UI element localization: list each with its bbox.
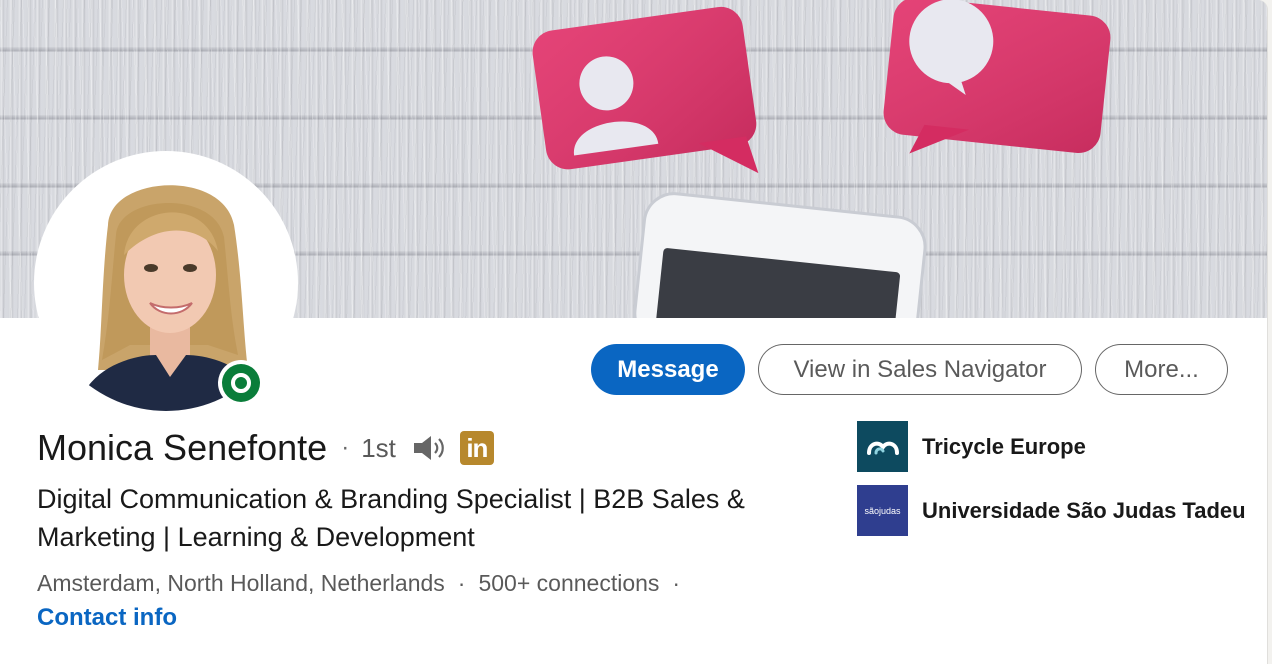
separator-dot: · <box>457 569 466 596</box>
org-name: Universidade São Judas Tadeu <box>922 497 1246 523</box>
profile-card: Message View in Sales Navigator More... … <box>0 0 1268 664</box>
usjt-logo-text: sãojudas <box>864 505 901 516</box>
connection-degree: 1st <box>361 432 396 463</box>
tricycle-europe-logo <box>857 421 908 472</box>
more-button[interactable]: More... <box>1095 344 1228 395</box>
view-in-sales-navigator-button[interactable]: View in Sales Navigator <box>758 344 1082 395</box>
smartphone-icon <box>633 192 927 318</box>
name-row: Monica Senefonte · 1st in <box>37 422 494 474</box>
profile-headline: Digital Communication & Branding Special… <box>37 484 745 552</box>
usjt-logo: sãojudas <box>857 485 908 536</box>
profile-name: Monica Senefonte <box>37 427 328 468</box>
separator-dot: · <box>672 569 681 596</box>
message-button[interactable]: Message <box>591 344 745 395</box>
connections-count: 500+ connections <box>478 569 660 596</box>
location-connections-row: Amsterdam, North Holland, Netherlands · … <box>37 566 693 600</box>
org-item-universidade-sao-judas-tadeu[interactable]: sãojudas Universidade São Judas Tadeu <box>857 485 1246 536</box>
speaker-icon[interactable] <box>412 433 448 463</box>
chat-speech-bubble-icon <box>883 0 1111 154</box>
contact-info-link[interactable]: Contact info <box>37 604 177 632</box>
online-presence-icon <box>218 360 264 406</box>
profile-location: Amsterdam, North Holland, Netherlands <box>37 569 445 596</box>
linkedin-premium-badge: in <box>459 431 494 465</box>
separator-dot: · <box>341 434 350 461</box>
org-item-tricycle-europe[interactable]: Tricycle Europe <box>857 421 1086 472</box>
profile-speech-bubble-icon <box>532 6 759 174</box>
org-name: Tricycle Europe <box>922 433 1086 459</box>
